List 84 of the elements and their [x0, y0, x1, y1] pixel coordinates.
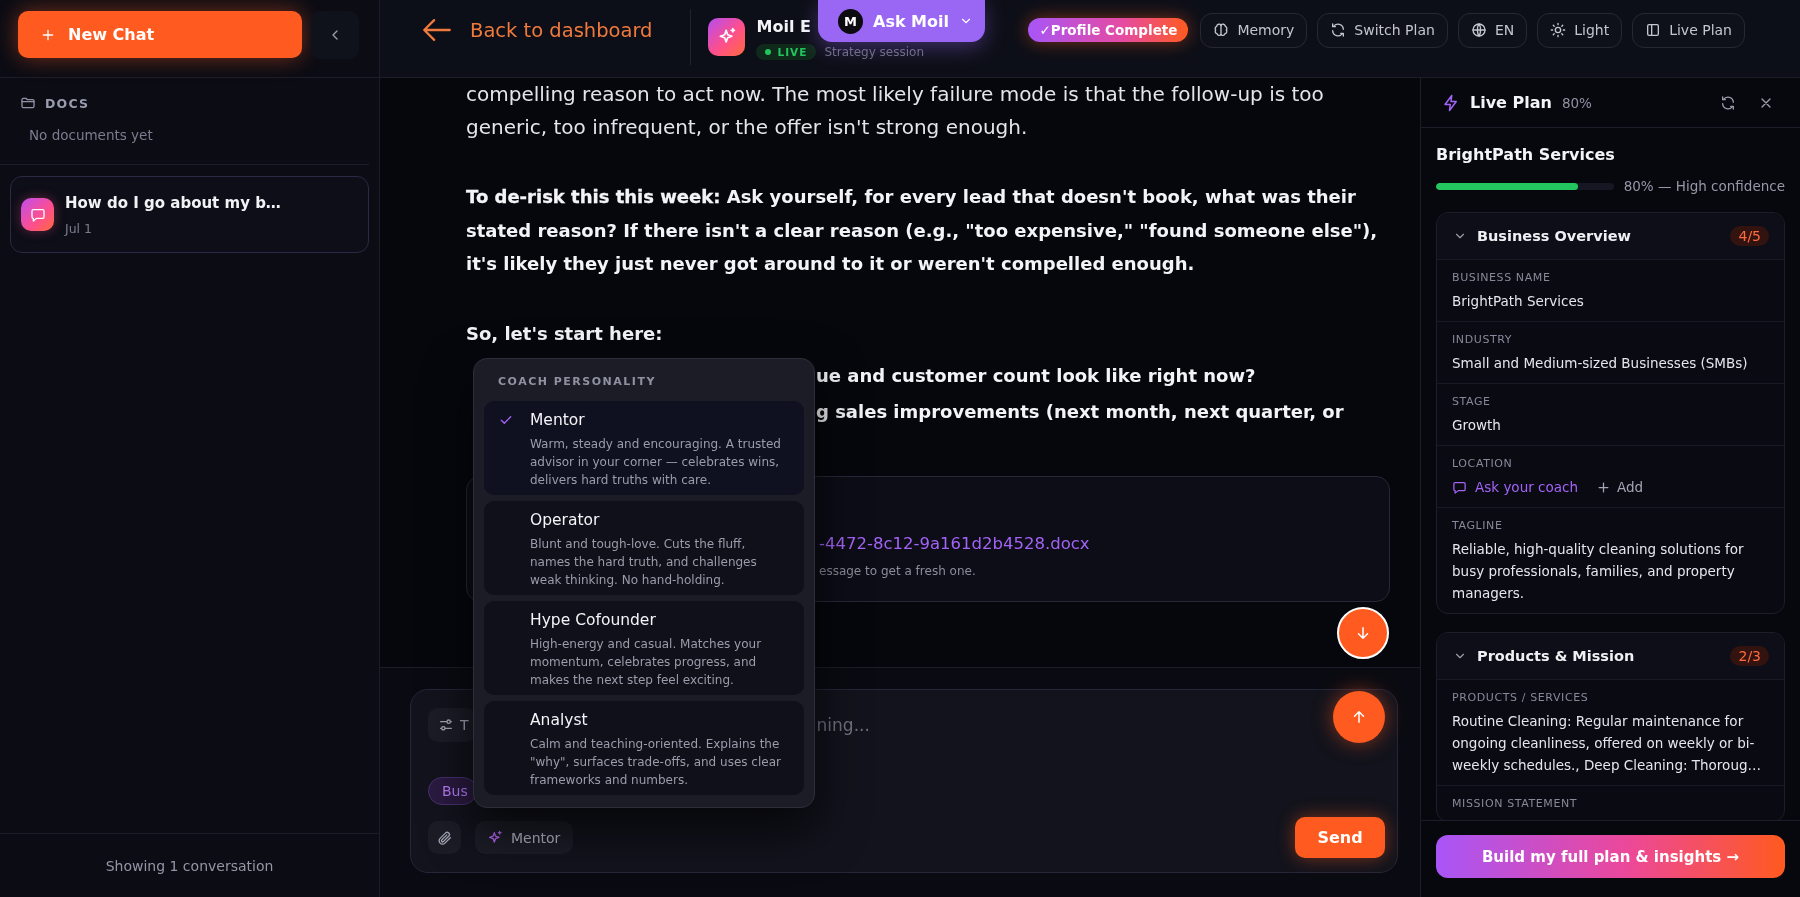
ask-button[interactable]: M Ask Moil — [818, 0, 985, 42]
chat-subtitle: Strategy session — [824, 44, 925, 59]
scroll-down-button[interactable] — [1337, 607, 1389, 659]
personality-option[interactable]: Operator Blunt and tough-love. Cuts the fluff, names the hard truth, and challenges weak thinking. No hand-holding. — [484, 501, 804, 595]
file-link[interactable]: -4472-8c12-9a161d2b4528.docx — [819, 531, 1090, 556]
list-item-text: ue and customer count look like right now? — [816, 363, 1256, 388]
completion-count: 4/5 — [1730, 226, 1769, 246]
switch-plan-button[interactable]: Switch Plan — [1317, 12, 1448, 48]
field-value: Reliable, high-quality cleaning solutions for busy professionals, families, and property managers. — [1452, 540, 1745, 603]
field-value: BrightPath Services — [1452, 292, 1585, 311]
menu-heading: COACH PERSONALITY — [497, 374, 657, 390]
conversation-date: Jul 1 — [65, 220, 93, 236]
panel-icon — [1645, 22, 1662, 38]
globe-icon — [1470, 22, 1487, 38]
conversation-count: Showing 1 conversation — [105, 857, 274, 874]
avatar: M — [838, 8, 863, 34]
option-name: Hype Cofounder — [530, 610, 657, 631]
live-plan-button[interactable]: Live Plan — [1632, 12, 1745, 48]
section-title: Products & Mission — [1477, 648, 1635, 664]
field-value: Routine Cleaning: Regular maintenance for ongoing cleanliness, offered on weekly or bi-weekly schedules., Deep Cleaning: Thoroug… — [1452, 712, 1762, 775]
personality-option[interactable]: Hype Cofounder High-energy and casual. Matches your momentum, celebrates progress, and makes the next step feel exciting. — [484, 601, 804, 695]
chat-title: Moil E — [756, 16, 811, 36]
message-heading: So, let's start here: — [466, 321, 664, 346]
completion-count: 2/3 — [1730, 646, 1769, 666]
confidence-label: 80% — High confidence — [1623, 178, 1785, 194]
option-description: Warm, steady and encouraging. A trusted advisor in your corner — celebrates wins, delivers hard truths with care. — [530, 436, 782, 489]
add-button[interactable]: Add — [1595, 479, 1644, 495]
personality-option[interactable]: Analyst Calm and teaching-oriented. Explains the "why", surfaces trade-offs, and uses clear frameworks and numbers. — [484, 701, 804, 795]
field-label: INDUSTRY — [1452, 332, 1514, 348]
field-label: LOCATION — [1452, 456, 1514, 472]
field-label: BUSINESS NAME — [1452, 270, 1552, 286]
bolt-icon — [1442, 93, 1460, 112]
conversation-title: How do I go about my b… — [65, 193, 281, 212]
option-description: High-energy and casual. Matches your momentum, celebrates progress, and makes the next step feel exciting. — [530, 636, 763, 689]
section-header[interactable]: Products & Mission 2/3 — [1437, 633, 1784, 679]
theme-button[interactable]: Light — [1537, 12, 1623, 48]
chat-icon — [1452, 479, 1467, 495]
field-label: STAGE — [1452, 394, 1492, 410]
section-heading: DOCS — [45, 95, 90, 111]
business-name: BrightPath Services — [1436, 144, 1616, 166]
empty-message: No documents yet — [29, 127, 154, 143]
message-paragraph: compelling reason to act now. The most likely failure mode is that the follow-up is too generic, too infrequent, or the offer isn't strong enough. — [466, 81, 1325, 141]
personality-button[interactable]: Mentor — [475, 821, 574, 854]
field-label: TAGLINE — [1452, 518, 1504, 534]
profile-status-badge: ✓Profile Complete — [1028, 18, 1189, 42]
language-button[interactable]: EN — [1457, 12, 1528, 48]
plan-percent: 80% — [1561, 94, 1592, 111]
section-header[interactable]: Business Overview 4/5 — [1437, 213, 1784, 259]
build-plan-button[interactable]: Build my full plan & insights → — [1436, 835, 1785, 878]
refresh-icon — [1330, 22, 1347, 38]
refresh-icon — [1720, 94, 1736, 111]
option-name: Analyst — [530, 710, 589, 731]
field-value: Small and Medium-sized Businesses (SMBs) — [1452, 354, 1749, 373]
attachment-note: essage to get a fresh one. — [819, 563, 976, 578]
option-name: Operator — [530, 510, 601, 531]
option-description: Calm and teaching-oriented. Explains the "why", surfaces trade-offs, and uses clear frameworks and numbers. — [530, 736, 782, 789]
conversation-item[interactable]: How do I go about my b… Jul 1 — [10, 176, 369, 253]
field-label: MISSION STATEMENT — [1452, 796, 1579, 812]
attach-button[interactable] — [428, 821, 461, 854]
personality-option[interactable]: Mentor Warm, steady and encouraging. A trusted advisor in your corner — celebrates wins, delivers hard truths with care. — [484, 401, 804, 495]
section-title: Business Overview — [1477, 228, 1631, 244]
plus-icon — [1595, 479, 1611, 495]
sparkle-icon — [487, 829, 503, 846]
memory-button[interactable]: Memory — [1200, 12, 1308, 48]
folder-icon — [20, 95, 36, 111]
status-dot-icon — [765, 48, 772, 55]
sun-icon — [1550, 22, 1567, 38]
field-value: Growth — [1452, 416, 1502, 435]
panel-title: Live Plan — [1470, 93, 1552, 112]
sparkle-icon — [708, 18, 746, 56]
paperclip-icon — [436, 829, 453, 846]
message-paragraph: To de-risk this this week: Ask yourself, for every lead that doesn't book, what was their stated reason? If there isn't a clear reason (e.g., "too expensive," "found someone else"), it's likely they just never got around to it or weren't compelled enough. — [466, 185, 1379, 276]
option-description: Blunt and tough-love. Cuts the fluff, names the hard truth, and challenges weak thinking. No hand-holding. — [530, 536, 758, 589]
ask-coach-link[interactable]: Ask your coach — [1452, 479, 1578, 495]
brain-icon — [1213, 22, 1230, 38]
back-link[interactable]: Back to dashboard — [420, 13, 653, 47]
up-arrow-button[interactable] — [1333, 691, 1385, 743]
field-label: PRODUCTS / SERVICES — [1452, 690, 1590, 706]
chat-icon — [21, 198, 54, 231]
sliders-icon — [438, 717, 454, 733]
list-item-text: g sales improvements (next month, next quarter, or — [816, 399, 1344, 424]
message-input[interactable]: ning... — [816, 708, 1257, 742]
status-text: LIVE — [777, 45, 808, 58]
option-name: Mentor — [530, 410, 586, 431]
